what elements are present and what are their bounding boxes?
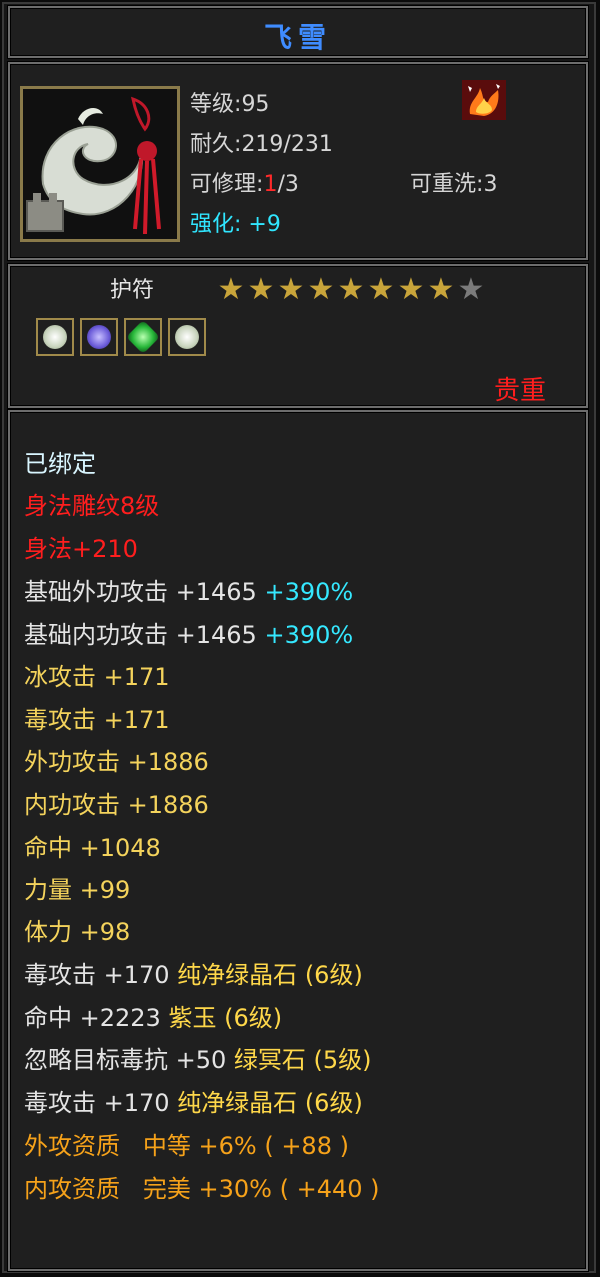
star-icon: ★ <box>277 272 305 307</box>
gem4-line: 毒攻击 +170 纯净绿晶石 (6级) <box>24 1083 363 1118</box>
ice-attack-line: 冰攻击 +171 <box>24 663 170 691</box>
enhance-label: 强化: <box>190 212 242 237</box>
enhance-value: +9 <box>248 212 281 237</box>
ext-quality-line: 外攻资质 中等 +6% ( +88 ) <box>24 1126 349 1161</box>
title-panel: 飞雪 <box>8 6 588 58</box>
rewash-label: 可重洗 <box>410 172 477 197</box>
ext-attack-line: 外功攻击 +1886 <box>24 748 209 776</box>
level-value: 95 <box>241 92 270 117</box>
star-rating: ★ ★ ★ ★ ★ ★ ★ ★ ★ <box>216 275 486 305</box>
flame-buff-icon[interactable] <box>462 80 506 120</box>
white-jade-gem-icon[interactable] <box>168 318 206 356</box>
hit-line: 命中 +1048 <box>24 834 161 862</box>
int-quality-line: 内攻资质 完美 +30% ( +440 ) <box>24 1169 380 1204</box>
durability-label: 耐久 <box>190 132 235 157</box>
gem2-name: 紫玉 (6级) <box>168 1004 283 1032</box>
int-attack-line: 内功攻击 +1886 <box>24 791 209 819</box>
ext-quality-value: 中等 +6% ( +88 ) <box>142 1132 349 1160</box>
gem4-name: 纯净绿晶石 (6级) <box>177 1089 363 1117</box>
category-label: 护符 <box>110 278 155 303</box>
base-int-attack: 基础内功攻击 +1465 <box>24 621 257 649</box>
rarity-label: 贵重 <box>494 376 547 406</box>
star-icon: ★ <box>307 272 335 307</box>
ext-quality-label: 外攻资质 <box>24 1132 120 1160</box>
purple-jade-gem-icon[interactable] <box>80 318 118 356</box>
star-empty-icon: ★ <box>457 272 485 307</box>
poison-attack-line: 毒攻击 +171 <box>24 706 170 734</box>
star-icon: ★ <box>427 272 455 307</box>
gem1-line: 毒攻击 +170 纯净绿晶石 (6级) <box>24 955 363 990</box>
green-crystal-gem-icon[interactable] <box>124 318 162 356</box>
base-int-attack-pct: +390% <box>264 621 354 649</box>
item-icon <box>20 86 180 242</box>
agility-line: 身法+210 <box>24 535 138 563</box>
base-ext-attack-pct: +390% <box>264 578 354 606</box>
bound-status: 已绑定 <box>24 450 96 478</box>
star-icon: ★ <box>247 272 275 307</box>
enhance-row: 强化: +9 <box>190 206 281 238</box>
star-icon: ★ <box>367 272 395 307</box>
gem-slots <box>36 318 206 356</box>
repair-used: 1 <box>263 172 278 197</box>
rewash-value: 3 <box>483 172 498 197</box>
item-name: 飞雪 <box>263 21 332 54</box>
stamina-line: 体力 +98 <box>24 918 131 946</box>
int-quality-value: 完美 +30% ( +440 ) <box>142 1175 380 1203</box>
engrave-line: 身法雕纹8级 <box>24 492 160 520</box>
base-ext-attack-line: 基础外功攻击 +1465 +390% <box>24 572 353 607</box>
repair-label: 可修理 <box>190 172 257 197</box>
gem1-name: 纯净绿晶石 (6级) <box>177 961 363 989</box>
durability-row: 耐久:219/231 <box>190 132 333 157</box>
star-icon: ★ <box>217 272 245 307</box>
repair-row: 可修理:1/3 <box>190 172 299 197</box>
star-icon: ★ <box>397 272 425 307</box>
gem1-stat: 毒攻击 +170 <box>24 961 170 989</box>
gem3-stat: 忽略目标毒抗 +50 <box>24 1046 227 1074</box>
white-jade-gem-icon[interactable] <box>36 318 74 356</box>
base-int-attack-line: 基础内功攻击 +1465 +390% <box>24 615 353 650</box>
level-label: 等级 <box>190 92 235 117</box>
gem3-line: 忽略目标毒抗 +50 绿冥石 (5级) <box>24 1040 372 1075</box>
int-quality-label: 内攻资质 <box>24 1175 120 1203</box>
gem2-stat: 命中 +2223 <box>24 1004 161 1032</box>
gem2-line: 命中 +2223 紫玉 (6级) <box>24 998 282 1033</box>
star-icon: ★ <box>337 272 365 307</box>
rewash-row: 可重洗:3 <box>410 172 498 197</box>
strength-line: 力量 +99 <box>24 876 131 904</box>
amulet-icon <box>23 89 177 239</box>
base-ext-attack: 基础外功攻击 +1465 <box>24 578 257 606</box>
repair-total: /3 <box>277 172 299 197</box>
gem4-stat: 毒攻击 +170 <box>24 1089 170 1117</box>
level-row: 等级:95 <box>190 92 270 117</box>
durability-value: 219/231 <box>241 132 333 157</box>
gem3-name: 绿冥石 (5级) <box>233 1046 372 1074</box>
